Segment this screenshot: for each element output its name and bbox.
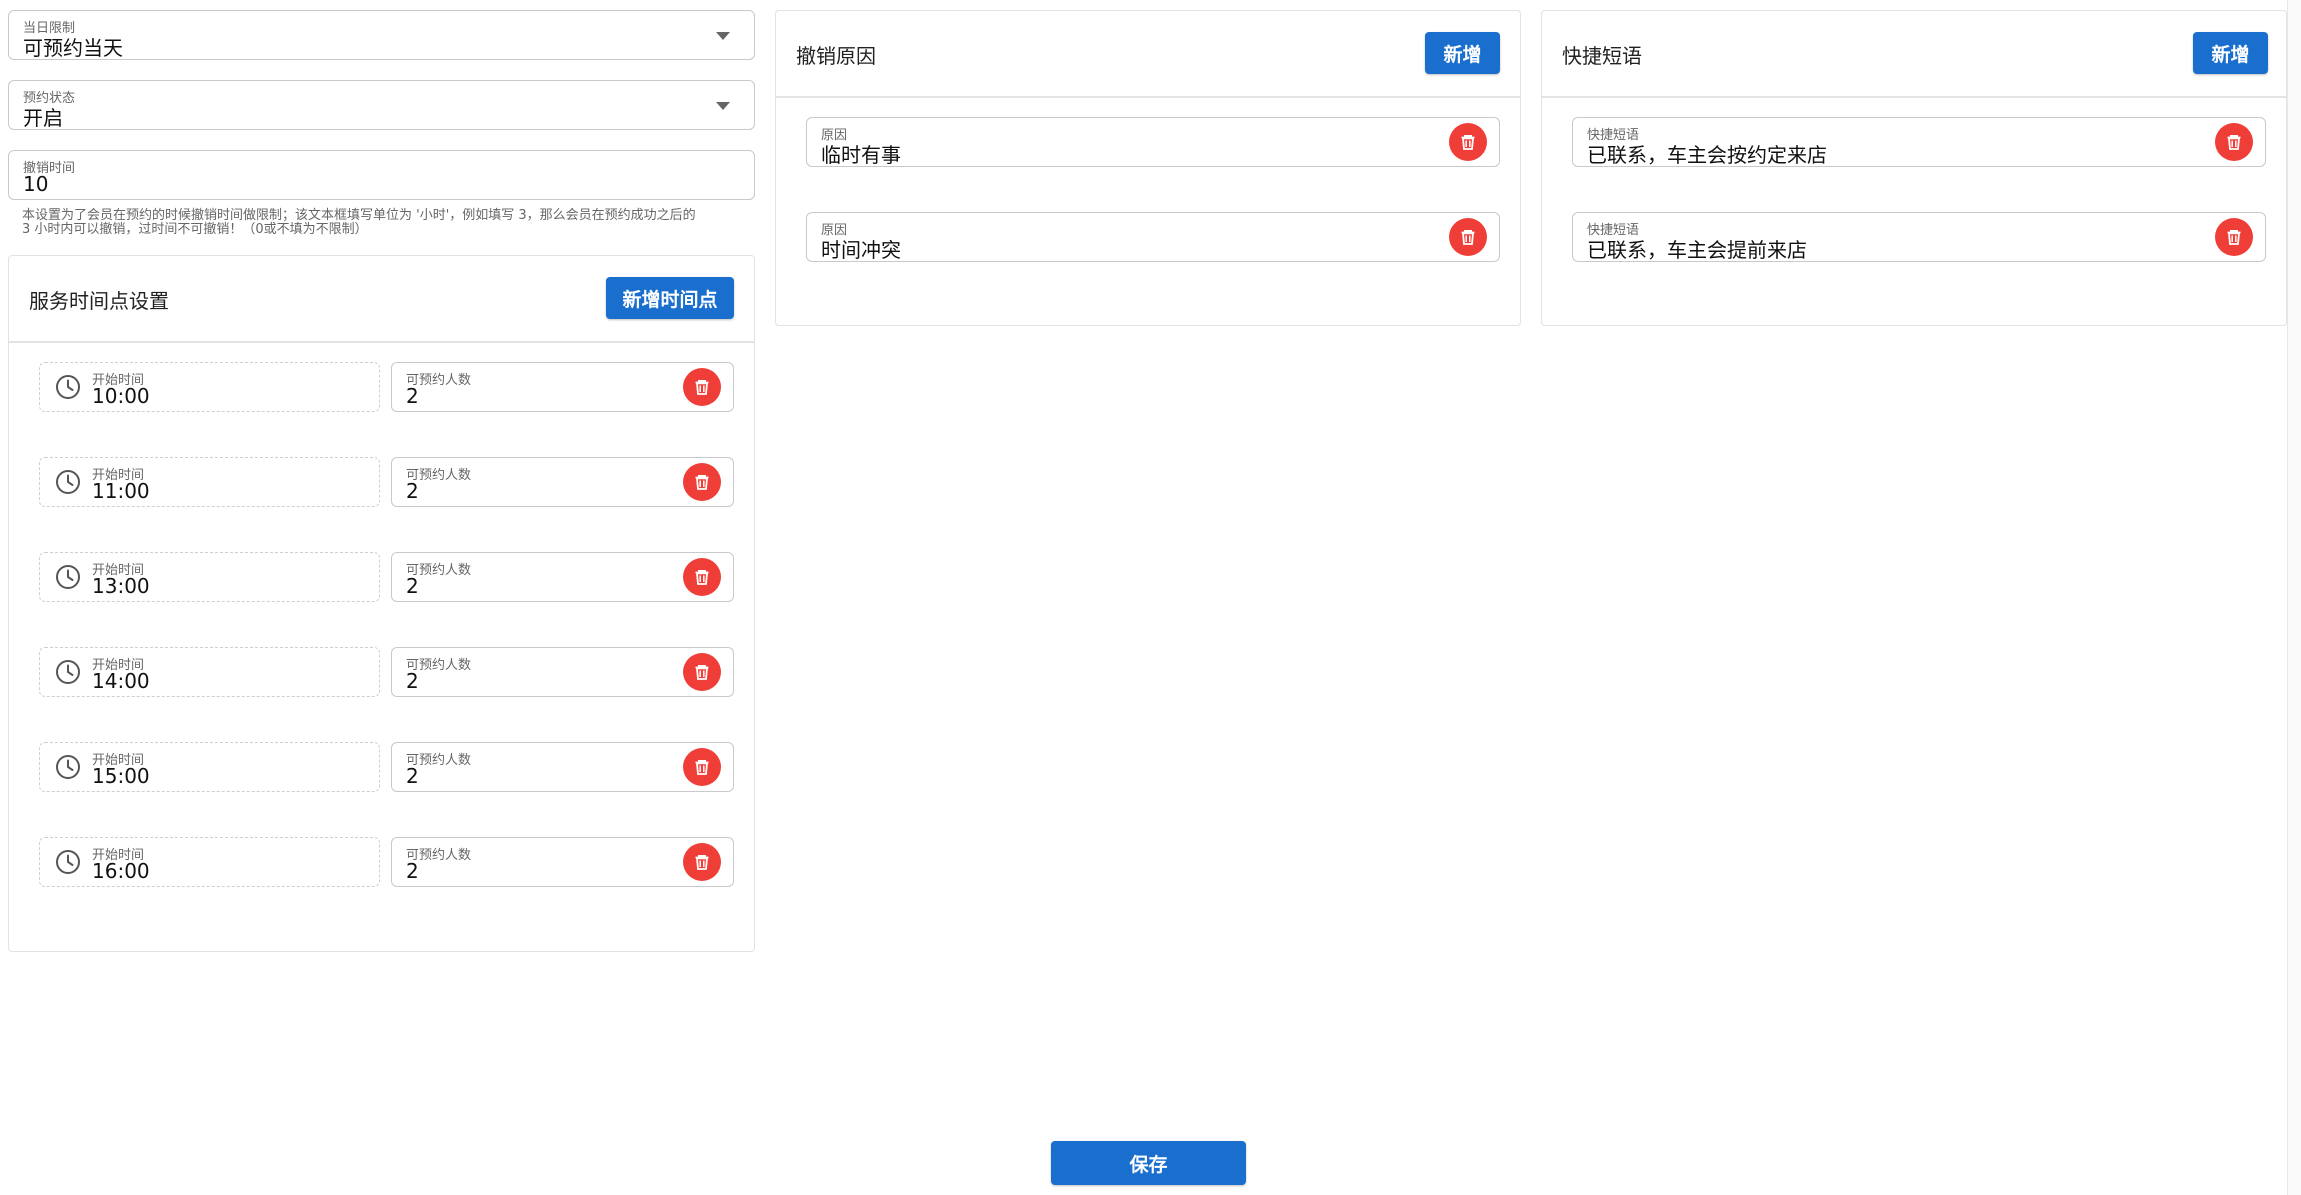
hint-line-1: 本设置为了会员在预约的时候撤销时间做限制；该文本框填写单位为 '小时'，例如填写… — [22, 208, 696, 223]
add-reason-button[interactable]: 新增 — [1425, 32, 1500, 74]
daily-limit-value: 可预约当天 — [23, 36, 123, 60]
chevron-down-icon — [716, 102, 730, 110]
save-button[interactable]: 保存 — [1051, 1141, 1246, 1185]
booking-status-value: 开启 — [23, 106, 63, 130]
hint-line-2: 3 小时内可以撤销，过时间不可撤销！（0或不填为不限制） — [22, 222, 368, 237]
service-times-title: 服务时间点设置 — [29, 289, 169, 313]
chevron-down-icon — [716, 32, 730, 40]
delete-slot-button[interactable] — [683, 653, 721, 691]
quick-phrases-title: 快捷短语 — [1562, 44, 1642, 68]
service-times-card: 服务时间点设置 新增时间点 开始时间 10:00 可预约人数 2 开始时间 11:00 可预… — [8, 255, 755, 952]
trash-icon — [1461, 230, 1475, 245]
start-time-value: 11:00 — [92, 479, 150, 503]
cancel-time-input[interactable]: 撤销时间 10 — [8, 150, 755, 200]
phrase-field[interactable]: 快捷短语 已联系，车主会提前来店 — [1572, 212, 2266, 262]
clock-icon — [55, 754, 81, 784]
delete-slot-button[interactable] — [683, 748, 721, 786]
trash-icon — [1461, 135, 1475, 150]
phrase-value: 已联系，车主会按约定来店 — [1587, 143, 1827, 167]
reason-field[interactable]: 原因 时间冲突 — [806, 212, 1500, 262]
trash-icon — [695, 570, 709, 585]
start-time-field[interactable]: 开始时间 10:00 — [39, 362, 380, 412]
clock-icon — [55, 659, 81, 689]
delete-slot-button[interactable] — [683, 368, 721, 406]
page-scrollbar[interactable] — [2287, 0, 2301, 1195]
delete-slot-button[interactable] — [683, 463, 721, 501]
card-divider — [1542, 96, 2286, 98]
cancel-time-hint: 本设置为了会员在预约的时候撤销时间做限制；该文本框填写单位为 '小时'，例如填写… — [22, 209, 762, 237]
reason-value: 临时有事 — [821, 143, 901, 167]
trash-icon — [695, 475, 709, 490]
trash-icon — [695, 760, 709, 775]
clock-icon — [55, 849, 81, 879]
start-time-value: 10:00 — [92, 384, 150, 408]
trash-icon — [695, 855, 709, 870]
capacity-value: 2 — [406, 479, 419, 503]
daily-limit-select[interactable]: 当日限制 可预约当天 — [8, 10, 755, 60]
start-time-value: 16:00 — [92, 859, 150, 883]
cancel-time-value: 10 — [23, 172, 49, 196]
capacity-field[interactable]: 可预约人数 2 — [391, 837, 734, 887]
capacity-value: 2 — [406, 669, 419, 693]
clock-icon — [55, 469, 81, 499]
delete-slot-button[interactable] — [683, 843, 721, 881]
capacity-field[interactable]: 可预约人数 2 — [391, 362, 734, 412]
delete-phrase-button[interactable] — [2215, 218, 2253, 256]
quick-phrases-card: 快捷短语 新增 快捷短语 已联系，车主会按约定来店 快捷短语 已联系，车主会提前来店 — [1541, 10, 2287, 326]
capacity-value: 2 — [406, 574, 419, 598]
start-time-field[interactable]: 开始时间 14:00 — [39, 647, 380, 697]
trash-icon — [695, 665, 709, 680]
delete-slot-button[interactable] — [683, 558, 721, 596]
start-time-field[interactable]: 开始时间 13:00 — [39, 552, 380, 602]
start-time-value: 13:00 — [92, 574, 150, 598]
phrase-value: 已联系，车主会提前来店 — [1587, 238, 1807, 262]
start-time-value: 14:00 — [92, 669, 150, 693]
trash-icon — [2227, 230, 2241, 245]
card-divider — [776, 96, 1520, 98]
clock-icon — [55, 564, 81, 594]
capacity-field[interactable]: 可预约人数 2 — [391, 647, 734, 697]
cancel-reasons-card: 撤销原因 新增 原因 临时有事 原因 时间冲突 — [775, 10, 1521, 326]
capacity-value: 2 — [406, 384, 419, 408]
capacity-field[interactable]: 可预约人数 2 — [391, 742, 734, 792]
capacity-value: 2 — [406, 859, 419, 883]
capacity-value: 2 — [406, 764, 419, 788]
add-phrase-button[interactable]: 新增 — [2193, 32, 2268, 74]
capacity-field[interactable]: 可预约人数 2 — [391, 457, 734, 507]
delete-reason-button[interactable] — [1449, 123, 1487, 161]
start-time-field[interactable]: 开始时间 16:00 — [39, 837, 380, 887]
trash-icon — [2227, 135, 2241, 150]
card-divider — [9, 341, 754, 343]
delete-reason-button[interactable] — [1449, 218, 1487, 256]
booking-status-select[interactable]: 预约状态 开启 — [8, 80, 755, 130]
clock-icon — [55, 374, 81, 404]
start-time-field[interactable]: 开始时间 11:00 — [39, 457, 380, 507]
trash-icon — [695, 380, 709, 395]
reason-value: 时间冲突 — [821, 238, 901, 262]
phrase-field[interactable]: 快捷短语 已联系，车主会按约定来店 — [1572, 117, 2266, 167]
start-time-field[interactable]: 开始时间 15:00 — [39, 742, 380, 792]
capacity-field[interactable]: 可预约人数 2 — [391, 552, 734, 602]
cancel-reasons-title: 撤销原因 — [796, 44, 876, 68]
start-time-value: 15:00 — [92, 764, 150, 788]
add-time-slot-button[interactable]: 新增时间点 — [606, 277, 734, 319]
reason-field[interactable]: 原因 临时有事 — [806, 117, 1500, 167]
delete-phrase-button[interactable] — [2215, 123, 2253, 161]
